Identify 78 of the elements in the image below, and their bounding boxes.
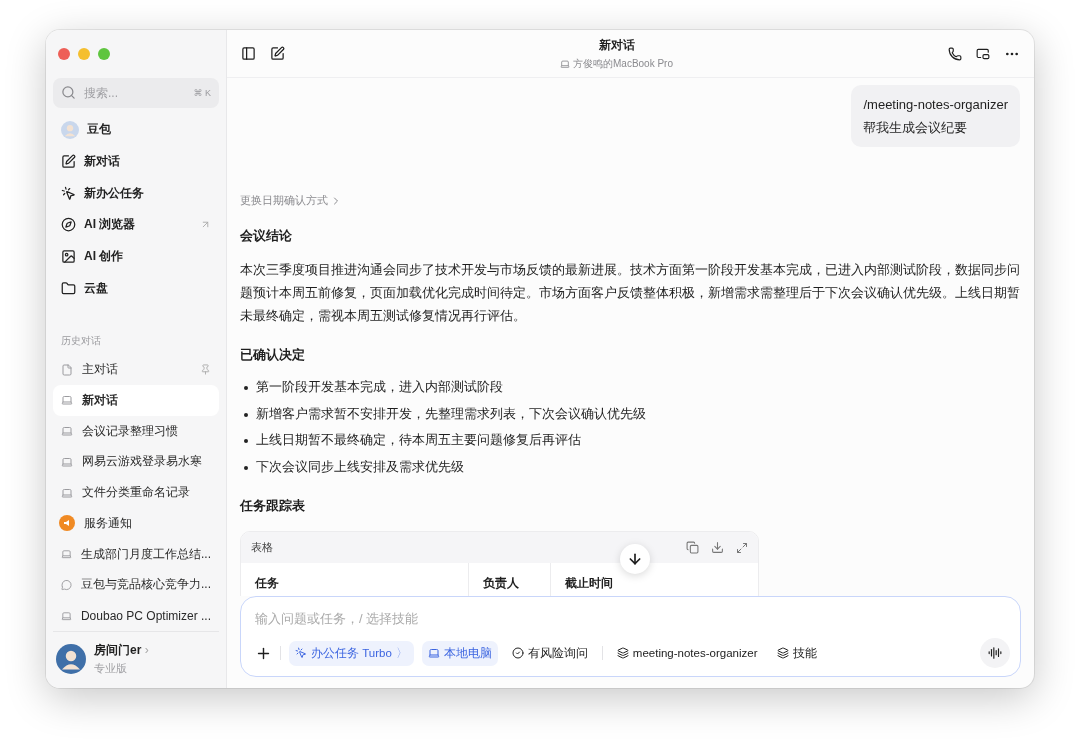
copy-icon[interactable] <box>686 541 699 554</box>
laptop-icon <box>61 425 73 438</box>
window-icon[interactable] <box>976 46 990 61</box>
file-icon <box>61 363 73 376</box>
nav-item[interactable]: AI 创作 <box>53 240 219 273</box>
bullet-dot <box>244 439 248 443</box>
section-heading: 已确认决定 <box>240 346 306 364</box>
window-title: 新对话 <box>598 36 635 54</box>
voice-button[interactable] <box>980 638 1010 668</box>
paragraph: 本次三季度项目推进沟通会同步了技术开发与市场反馈的最新进展。技术方面第一阶段开发基本完成，已进入内部测试阶段，数据同步问题预计本周五前修复，页面加载优化完成时间待定。市场方面客户反馈整体积极，新增需求需整理后于下次会议确认优先级。上线日期暂未最终确定，需视本周五测试修复情况再行评估。 <box>240 261 1020 325</box>
expand-icon[interactable] <box>736 541 748 554</box>
laptop-icon <box>427 647 440 659</box>
composer-chip[interactable]: meeting-notes-organizer <box>610 640 764 666</box>
chat-icon <box>61 578 72 591</box>
laptop-icon <box>61 455 73 468</box>
history-item[interactable]: 生成部门月度工作总结... <box>53 538 219 570</box>
sidebar-toggle-icon[interactable] <box>241 46 256 61</box>
user-avatar <box>56 644 86 674</box>
audio-lines-icon <box>988 646 1002 660</box>
section-heading: 任务跟踪表 <box>240 497 306 515</box>
check-circle-icon <box>511 647 524 659</box>
history-item[interactable]: 豆包与竞品核心竞争力... <box>53 569 219 601</box>
user-name[interactable]: 房间门er › <box>94 642 149 659</box>
pointer-icon <box>61 185 76 201</box>
composer-chip[interactable]: 本地电脑 <box>421 640 498 666</box>
history-item[interactable]: 会议记录整理习惯 <box>53 415 219 447</box>
nav-item[interactable]: AI 浏览器 <box>53 208 219 241</box>
shortcut-hint: ⌘ K <box>193 87 211 98</box>
nav-item[interactable]: 豆包 <box>53 113 219 146</box>
user-message: /meeting-notes-organizer 帮我生成会议纪要 <box>851 85 1020 147</box>
history-item[interactable]: 新对话 <box>53 384 219 416</box>
layers-icon <box>777 647 790 659</box>
arrow-down-icon <box>627 551 643 567</box>
composer-chip[interactable]: 有风险询问 <box>505 640 594 666</box>
history-item[interactable]: Doubao PC Optimizer ... <box>53 600 219 631</box>
column-header: 截止时间 <box>564 575 614 592</box>
history-item[interactable]: 主对话 <box>53 354 219 385</box>
composer-chip[interactable]: 办公任务 Turbo 〉 <box>289 640 414 666</box>
laptop-icon <box>61 609 72 622</box>
layers-icon <box>616 647 629 659</box>
nav-item[interactable]: 新办公任务 <box>53 177 219 209</box>
phone-icon[interactable] <box>948 46 962 61</box>
table-title: 表格 <box>251 540 274 555</box>
close-light[interactable] <box>58 48 70 60</box>
list-item: 新增客户需求暂不安排开发，先整理需求列表，下次会议确认优先级 <box>256 404 646 423</box>
history-item[interactable]: 文件分类重命名记录 <box>53 477 219 508</box>
composer-chip[interactable]: 技能 <box>771 640 824 666</box>
history-item[interactable]: 网易云游戏登录易水寒 <box>53 446 219 478</box>
search-input[interactable]: 搜索... <box>82 84 188 101</box>
laptop-icon <box>61 486 73 499</box>
bullet-dot <box>244 465 248 470</box>
image-icon <box>61 249 76 265</box>
history-item[interactable]: 服务通知 <box>53 507 219 539</box>
bullet-dot <box>244 412 248 417</box>
new-chat-icon[interactable] <box>270 46 285 61</box>
change-date-link[interactable]: 更换日期确认方式 <box>240 193 1020 208</box>
composer-field[interactable]: 输入问题或任务，/ 选择技能 办公任务 Turbo 〉 本地电脑 有风险询问 meeting-notes-organizer 技能 <box>240 596 1021 677</box>
download-icon[interactable] <box>711 541 724 554</box>
laptop-icon <box>61 394 73 407</box>
list-item: 下次会议同步上线安排及需求优先级 <box>256 457 464 476</box>
plan-label: 专业版 <box>94 662 128 676</box>
section-heading: 历史对话 <box>60 334 102 349</box>
section-heading: 会议结论 <box>240 227 293 245</box>
device-label: 方俊鸣的MacBook Pro <box>573 56 673 71</box>
folder-icon <box>61 280 76 296</box>
list-item: 上线日期暂不最终确定，待本周五主要问题修复后再评估 <box>256 431 581 449</box>
pen-square-icon <box>61 153 76 169</box>
megaphone-icon <box>59 515 75 532</box>
nav-item[interactable]: 云盘 <box>53 272 219 305</box>
laptop-icon <box>61 548 72 561</box>
laptop-icon <box>560 58 570 69</box>
pointer-icon <box>295 647 307 659</box>
compass-icon <box>61 217 76 233</box>
nav-item[interactable]: 新对话 <box>53 145 219 178</box>
avatar-icon <box>61 120 79 139</box>
list-item: 第一阶段开发基本完成，进入内部测试阶段 <box>256 378 503 396</box>
search-icon <box>61 85 76 101</box>
bullet-dot <box>244 386 248 390</box>
